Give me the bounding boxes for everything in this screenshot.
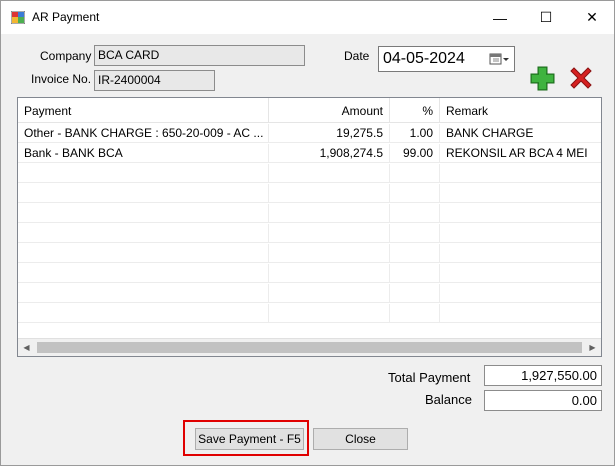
table-row[interactable]: Other - BANK CHARGE : 650-20-009 - AC ..…: [18, 124, 601, 143]
empty-row: [18, 204, 601, 223]
amount-cell: 19,275.5: [269, 124, 390, 143]
invoice-field[interactable]: IR-2400004: [94, 70, 215, 91]
date-picker[interactable]: 04-05-2024: [378, 46, 515, 72]
empty-row: [18, 244, 601, 263]
company-field[interactable]: BCA CARD: [94, 45, 305, 66]
scroll-left-icon[interactable]: ◀: [18, 339, 35, 356]
empty-row: [18, 164, 601, 183]
maximize-icon: ☐: [539, 9, 553, 25]
percent-cell: 99.00: [390, 144, 440, 163]
remark-cell: REKONSIL AR BCA 4 MEI: [446, 146, 588, 160]
title-bar: AR Payment — ☐ ✕: [1, 1, 614, 34]
ar-payment-window: AR Payment — ☐ ✕ Company BCA CARD Invoic…: [0, 0, 615, 466]
invoice-label: Invoice No.: [31, 72, 92, 86]
calendar-dropdown-icon[interactable]: [489, 52, 511, 67]
column-header-percent[interactable]: %: [390, 98, 440, 123]
payment-cell: Bank - BANK BCA: [18, 144, 269, 163]
minimize-button[interactable]: —: [477, 1, 523, 34]
scroll-thumb[interactable]: [37, 342, 582, 353]
plus-icon[interactable]: [529, 65, 556, 92]
percent-cell: 1.00: [390, 124, 440, 143]
window-title: AR Payment: [32, 10, 100, 24]
close-window-button[interactable]: ✕: [569, 1, 615, 34]
empty-row: [18, 284, 601, 303]
total-payment-field[interactable]: 1,927,550.00: [484, 365, 602, 386]
total-payment-label: Total Payment: [388, 370, 471, 385]
scroll-right-icon[interactable]: ▶: [584, 339, 601, 356]
grid-header: Payment Amount % Remark: [18, 98, 601, 123]
payment-grid[interactable]: Payment Amount % Remark Other - BANK CHA…: [17, 97, 602, 357]
app-icon: [11, 11, 25, 24]
table-row[interactable]: Bank - BANK BCA 1,908,274.5 99.00 REKONS…: [18, 144, 601, 163]
company-label: Company: [40, 49, 92, 63]
date-value: 04-05-2024: [383, 50, 465, 67]
empty-row: [18, 264, 601, 283]
empty-row: [18, 224, 601, 243]
empty-row: [18, 304, 601, 323]
column-header-payment[interactable]: Payment: [18, 98, 269, 123]
date-label: Date: [344, 49, 370, 63]
maximize-button[interactable]: ☐: [523, 1, 569, 34]
column-header-remark[interactable]: Remark: [440, 98, 601, 123]
minimize-icon: —: [493, 9, 507, 26]
payment-cell: Other - BANK CHARGE : 650-20-009 - AC ..…: [18, 124, 269, 143]
save-payment-button[interactable]: Save Payment - F5: [195, 428, 304, 450]
remark-cell: BANK CHARGE: [446, 126, 534, 140]
amount-cell: 1,908,274.5: [269, 144, 390, 163]
horizontal-scrollbar[interactable]: ◀ ▶: [18, 338, 601, 356]
close-icon: ✕: [586, 9, 598, 25]
empty-row: [18, 184, 601, 203]
close-button[interactable]: Close: [313, 428, 408, 450]
column-header-amount[interactable]: Amount: [269, 98, 390, 123]
balance-label: Balance: [425, 392, 472, 407]
balance-field[interactable]: 0.00: [484, 390, 602, 411]
x-icon[interactable]: [567, 64, 595, 92]
